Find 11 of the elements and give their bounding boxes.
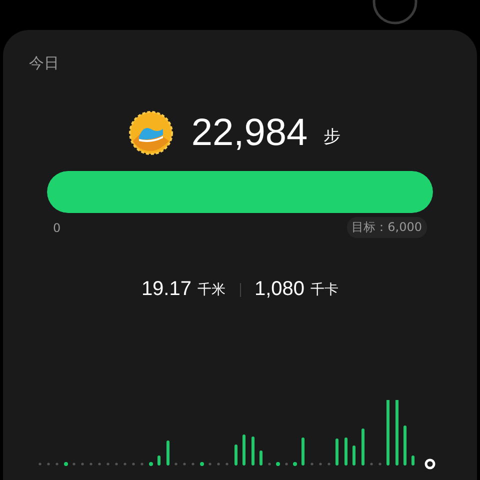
goal-label: 目标：6,000 [346,217,427,238]
stat-value: 19.17 [141,278,192,301]
step-count: 22,984 [191,112,308,154]
stat-value: 1,080 [254,278,305,301]
date-ring-icon[interactable] [372,0,418,26]
card-title: 今日 [29,54,59,73]
shoe-badge-icon [129,111,174,155]
stat-unit: 千米 [198,280,226,298]
stat-unit: 千卡 [310,280,339,298]
step-unit: 步 [324,126,341,148]
scale-start: 0 [53,220,61,234]
